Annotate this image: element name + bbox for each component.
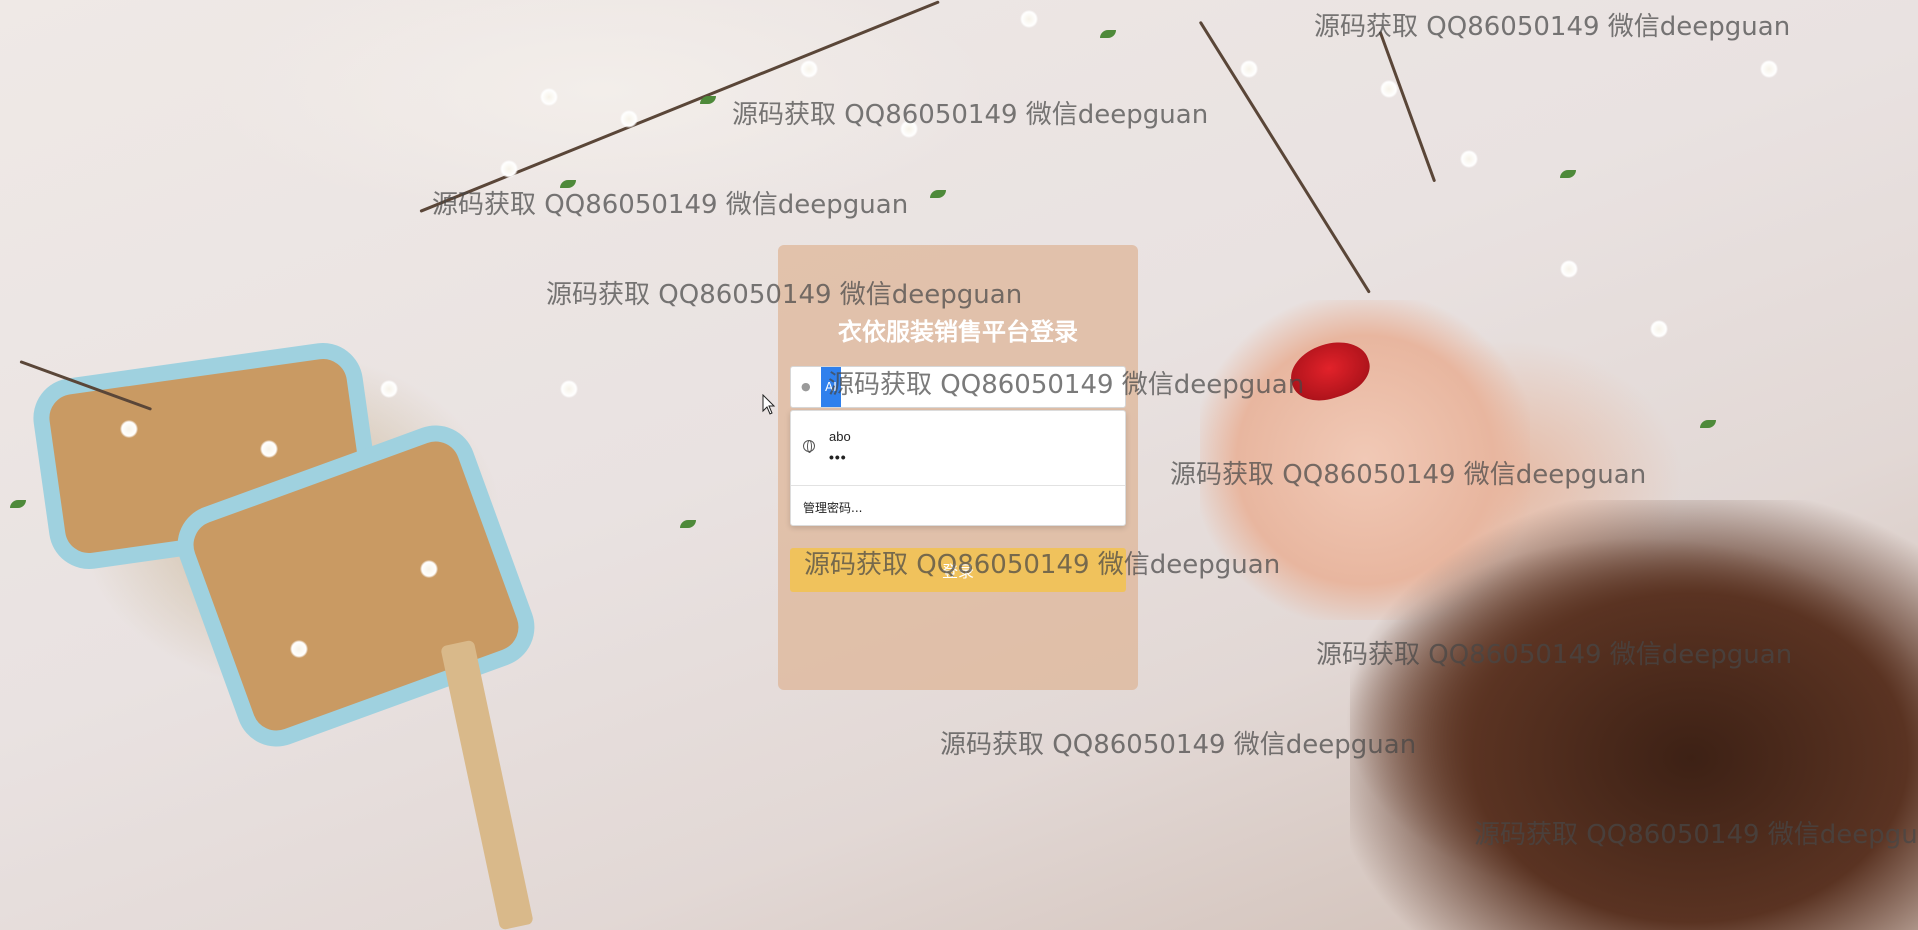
leaf bbox=[560, 180, 576, 188]
blossom bbox=[1560, 260, 1578, 278]
sandal-strap bbox=[440, 639, 534, 930]
blossom bbox=[120, 420, 138, 438]
blossom bbox=[1380, 80, 1398, 98]
blossom bbox=[380, 380, 398, 398]
leaf bbox=[10, 500, 26, 508]
blossom bbox=[900, 120, 918, 138]
manage-passwords-link[interactable]: 管理密码... bbox=[803, 499, 862, 516]
blossom bbox=[260, 440, 278, 458]
leaf bbox=[1560, 170, 1576, 178]
blossom bbox=[500, 160, 518, 178]
mouse-cursor-icon bbox=[762, 393, 776, 420]
user-icon: ● bbox=[801, 380, 811, 393]
blossom bbox=[540, 88, 558, 106]
blossom bbox=[800, 60, 818, 78]
saved-credential-item[interactable]: abo ••• bbox=[791, 411, 1125, 485]
blossom bbox=[1460, 150, 1478, 168]
username-selected-text: AI bbox=[821, 367, 841, 407]
saved-password-mask: ••• bbox=[829, 449, 847, 465]
login-title: 衣依服装销售平台登录 bbox=[838, 318, 1078, 346]
blossom bbox=[620, 110, 638, 128]
hair bbox=[1350, 500, 1918, 930]
blossom bbox=[420, 560, 438, 578]
leaf bbox=[930, 190, 946, 198]
blossom bbox=[1020, 10, 1038, 28]
branch bbox=[419, 0, 940, 213]
leaf bbox=[1100, 30, 1116, 38]
leaf bbox=[700, 96, 716, 104]
blossom bbox=[1650, 320, 1668, 338]
username-input[interactable]: ● AI bbox=[790, 366, 1126, 408]
leaf bbox=[680, 520, 696, 528]
saved-username: abo bbox=[829, 429, 851, 444]
blossom bbox=[290, 640, 308, 658]
blossom bbox=[560, 380, 578, 398]
password-autofill-dropdown: abo ••• 管理密码... bbox=[790, 410, 1126, 526]
login-button[interactable]: 登录 bbox=[790, 548, 1126, 592]
leaf bbox=[1700, 420, 1716, 428]
divider bbox=[791, 485, 1125, 486]
branch bbox=[1198, 20, 1371, 294]
globe-icon bbox=[803, 440, 815, 453]
blossom bbox=[1240, 60, 1258, 78]
branch bbox=[1378, 30, 1437, 183]
blossom bbox=[1760, 60, 1778, 78]
